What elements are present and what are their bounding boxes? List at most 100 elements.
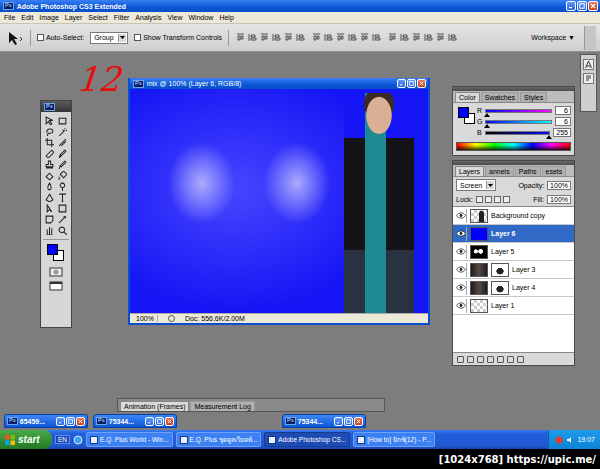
close-button[interactable] bbox=[588, 1, 598, 11]
maximize-button[interactable] bbox=[577, 1, 587, 11]
taskbar-button[interactable]: [How to] มิกซ์(12) - P... bbox=[353, 432, 435, 447]
minimize-button[interactable] bbox=[334, 417, 343, 426]
menu-item[interactable]: Image bbox=[39, 14, 58, 21]
layer-action-icon[interactable] bbox=[477, 356, 484, 363]
menu-item[interactable]: Help bbox=[219, 14, 233, 21]
taskbar-button[interactable]: Adobe Photoshop CS... bbox=[264, 432, 350, 447]
close-button[interactable] bbox=[354, 417, 363, 426]
slider-thumb[interactable] bbox=[484, 113, 490, 117]
layer-action-icon[interactable] bbox=[497, 356, 504, 363]
visibility-toggle[interactable] bbox=[455, 299, 467, 313]
align-button[interactable] bbox=[447, 33, 457, 43]
layer-action-icon[interactable] bbox=[487, 356, 494, 363]
show-transform-checkbox[interactable]: Show Transform Controls bbox=[134, 34, 222, 41]
minimized-window[interactable]: Ps75344... bbox=[282, 414, 366, 428]
align-button[interactable] bbox=[259, 33, 269, 43]
align-button[interactable] bbox=[235, 33, 245, 43]
close-button[interactable] bbox=[417, 79, 426, 88]
layer-row[interactable]: Layer 3 bbox=[453, 261, 574, 279]
visibility-toggle[interactable] bbox=[455, 209, 467, 223]
tool-button[interactable] bbox=[43, 148, 56, 158]
layer-row[interactable]: Layer 6 bbox=[453, 225, 574, 243]
tool-button[interactable] bbox=[57, 181, 70, 191]
menu-item[interactable]: View bbox=[167, 14, 182, 21]
align-button[interactable] bbox=[335, 33, 345, 43]
tool-button[interactable] bbox=[43, 115, 56, 125]
lock-icon[interactable] bbox=[485, 196, 492, 203]
tool-button[interactable] bbox=[43, 137, 56, 147]
panel-tab[interactable]: Paths bbox=[515, 166, 541, 176]
layer-row[interactable]: Layer 1 bbox=[453, 297, 574, 315]
tool-button[interactable] bbox=[57, 214, 70, 224]
opacity-field[interactable]: 100% bbox=[547, 181, 571, 190]
layer-row[interactable]: Layer 5 bbox=[453, 243, 574, 261]
tray-icon[interactable] bbox=[555, 436, 563, 444]
minimize-button[interactable] bbox=[56, 417, 65, 426]
align-button[interactable] bbox=[359, 33, 369, 43]
minimized-window[interactable]: Ps75344... bbox=[93, 414, 177, 428]
maximize-button[interactable] bbox=[155, 417, 164, 426]
zoom-level[interactable]: 100% bbox=[133, 315, 158, 322]
close-button[interactable] bbox=[76, 417, 85, 426]
color-slider[interactable] bbox=[485, 131, 550, 135]
workspace-button[interactable]: Workspace ▼ bbox=[528, 32, 578, 43]
maximize-button[interactable] bbox=[344, 417, 353, 426]
panel-tab[interactable]: Measurement Log bbox=[190, 401, 254, 411]
color-slider[interactable] bbox=[485, 120, 552, 124]
taskbar-button[interactable]: E.Q. Plus ชุดคูลเรียดท์... bbox=[176, 432, 262, 447]
align-button[interactable] bbox=[399, 33, 409, 43]
channel-value[interactable]: 255 bbox=[553, 128, 571, 137]
tool-button[interactable] bbox=[57, 192, 70, 202]
visibility-toggle[interactable] bbox=[455, 263, 467, 277]
volume-icon[interactable] bbox=[566, 436, 574, 444]
tool-button[interactable] bbox=[57, 170, 70, 180]
menu-item[interactable]: Layer bbox=[65, 14, 83, 21]
channel-value[interactable]: 6 bbox=[555, 117, 571, 126]
tool-button[interactable] bbox=[43, 170, 56, 180]
visibility-toggle[interactable] bbox=[455, 281, 467, 295]
screen-mode-button[interactable] bbox=[41, 279, 71, 293]
lock-icon[interactable] bbox=[476, 196, 483, 203]
channel-value[interactable]: 6 bbox=[555, 106, 571, 115]
maximize-button[interactable] bbox=[66, 417, 75, 426]
layer-row[interactable]: Layer 4 bbox=[453, 279, 574, 297]
minimized-window[interactable]: Ps65459... bbox=[4, 414, 88, 428]
align-button[interactable] bbox=[311, 33, 321, 43]
tool-button[interactable] bbox=[43, 181, 56, 191]
panel-tab[interactable]: Swatches bbox=[481, 92, 519, 102]
tool-button[interactable] bbox=[57, 126, 70, 136]
panel-tab[interactable]: esets bbox=[542, 166, 567, 176]
lock-icon[interactable] bbox=[503, 196, 510, 203]
quick-launch[interactable] bbox=[73, 435, 83, 445]
tool-button[interactable] bbox=[43, 225, 56, 235]
layer-action-icon[interactable] bbox=[457, 356, 464, 363]
align-button[interactable] bbox=[371, 33, 381, 43]
minimize-button[interactable] bbox=[566, 1, 576, 11]
quick-mask-button[interactable] bbox=[41, 265, 71, 279]
blend-mode-dropdown[interactable]: Screen bbox=[456, 179, 496, 191]
panel-tab[interactable]: annels bbox=[485, 166, 514, 176]
tool-button[interactable] bbox=[57, 159, 70, 169]
auto-select-checkbox[interactable]: Auto-Select: bbox=[37, 34, 84, 41]
move-tool-icon[interactable] bbox=[6, 30, 24, 46]
fill-field[interactable]: 100% bbox=[547, 195, 571, 204]
slider-thumb[interactable] bbox=[484, 124, 490, 128]
close-button[interactable] bbox=[165, 417, 174, 426]
color-spectrum[interactable] bbox=[456, 142, 571, 151]
align-button[interactable] bbox=[387, 33, 397, 43]
canvas[interactable] bbox=[130, 89, 428, 313]
paragraph-icon[interactable] bbox=[583, 73, 594, 84]
tool-button[interactable] bbox=[43, 214, 56, 224]
character-icon[interactable] bbox=[583, 59, 594, 70]
tool-button[interactable] bbox=[57, 137, 70, 147]
menu-item[interactable]: Filter bbox=[114, 14, 130, 21]
align-button[interactable] bbox=[423, 33, 433, 43]
menu-item[interactable]: Analysis bbox=[135, 14, 161, 21]
lock-icon[interactable] bbox=[494, 196, 501, 203]
panel-tab[interactable]: Layers bbox=[455, 166, 484, 176]
layer-action-icon[interactable] bbox=[517, 356, 524, 363]
tool-button[interactable] bbox=[57, 148, 70, 158]
foreground-color[interactable] bbox=[47, 244, 58, 255]
align-button[interactable] bbox=[283, 33, 293, 43]
align-button[interactable] bbox=[323, 33, 333, 43]
